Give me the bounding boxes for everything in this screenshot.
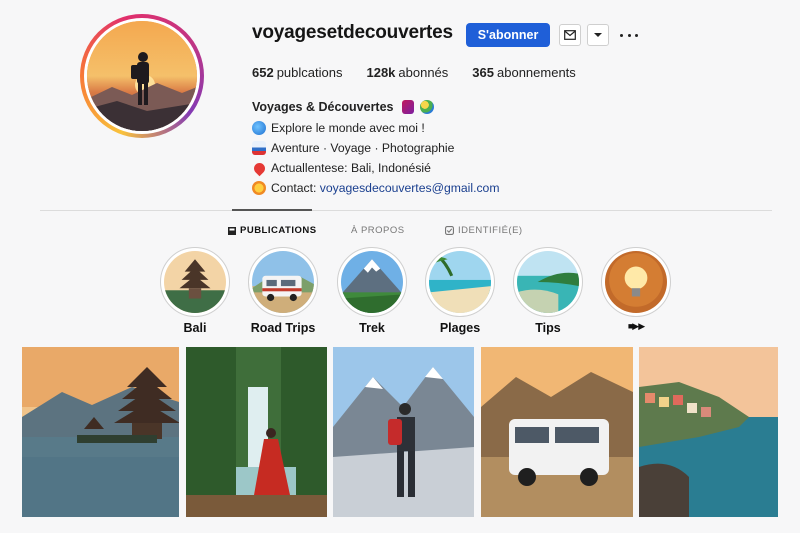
tag-icon [445, 226, 454, 235]
post-image-bali-temple [22, 347, 179, 517]
tab-about[interactable]: À PROPOS [351, 225, 405, 236]
sun-icon [252, 181, 266, 195]
highlight-image [429, 251, 491, 313]
following-count[interactable]: 365 abonnements [472, 65, 575, 80]
highlight-image [164, 251, 226, 313]
options-dropdown-button[interactable] [587, 24, 609, 46]
bio-name: Voyages & Découvertes [252, 98, 499, 115]
ship-icon [252, 141, 266, 155]
post-thumbnail[interactable] [481, 347, 633, 517]
post-image-waterfall [186, 347, 327, 517]
highlight-label: Trek [359, 321, 385, 335]
posts-count[interactable]: 652 publcations [252, 65, 342, 80]
highlight-label: Bali [183, 321, 207, 335]
plane-icon [252, 121, 266, 135]
post-thumbnail[interactable] [22, 347, 179, 517]
profile-avatar[interactable] [80, 14, 204, 138]
post-thumbnail[interactable] [639, 347, 778, 517]
post-thumbnail[interactable] [186, 347, 327, 517]
bio-line: Actuallentese: Bali, Indonésié [251, 158, 499, 178]
username: voyagesetdecouvertes [252, 22, 453, 43]
avatar-image [87, 21, 197, 131]
post-image-mountain-hiker [333, 347, 474, 517]
highlight-image [341, 251, 403, 313]
more-options-button[interactable] [620, 28, 638, 42]
lightbulb-icon [605, 251, 667, 313]
globe-icon [419, 99, 434, 114]
bio-line: Contact: voyagesdecouvertes@gmail.com [252, 178, 499, 198]
highlight-image [605, 251, 667, 313]
highlight-label: ■▶▶ [627, 321, 645, 331]
profile-stats: 652 publcations 128k abonnés 365 abonnement… [252, 65, 600, 80]
post-thumbnail[interactable] [333, 347, 474, 517]
bio-line: Aventure · Voyage · Photographie [252, 138, 499, 158]
highlight-label: Tips [535, 321, 561, 335]
dot-icon [620, 33, 623, 37]
grid-icon [228, 226, 236, 235]
highlight-trek[interactable]: Trek [337, 247, 407, 335]
followers-count[interactable]: 128k abonnés [366, 65, 448, 80]
post-image-coastal-village [639, 347, 778, 517]
tab-publications[interactable]: PUBLICATIONS [228, 225, 317, 236]
highlight-image [252, 251, 314, 313]
highlight-label: Road Trips [250, 321, 316, 335]
dot-icon [627, 33, 631, 37]
tabs-divider [40, 210, 772, 211]
tab-tagged[interactable]: IDENTIFIÉ(E) [445, 225, 523, 236]
post-image-campervan [481, 347, 633, 517]
highlight-bali[interactable]: Bali [160, 247, 230, 335]
bio-line: Explore le monde avec moi ! [252, 118, 499, 138]
highlight-plages[interactable]: Plages [425, 247, 495, 335]
dot-icon [635, 33, 638, 37]
contact-email-link[interactable]: voyagesdecouvertes@gmail.com [320, 181, 500, 195]
chevron-down-icon [594, 33, 602, 37]
profile-page: voyagesetdecouvertes S'abonner 652 publca… [0, 0, 800, 533]
highlight-more[interactable]: ■▶▶ [601, 247, 671, 332]
cocktail-icon [401, 99, 414, 114]
envelope-icon [564, 30, 576, 40]
highlight-road-trips[interactable]: Road Trips [248, 247, 318, 335]
active-tab-indicator [232, 209, 312, 211]
highlight-image [517, 251, 579, 313]
highlight-label: Plages [439, 321, 481, 335]
profile-bio: Voyages & Découvertes Explore le monde a… [251, 98, 499, 198]
message-button[interactable] [559, 24, 581, 46]
location-pin-icon [251, 160, 268, 176]
follow-button[interactable]: S'abonner [466, 23, 550, 47]
highlight-tips[interactable]: Tips [513, 247, 583, 335]
